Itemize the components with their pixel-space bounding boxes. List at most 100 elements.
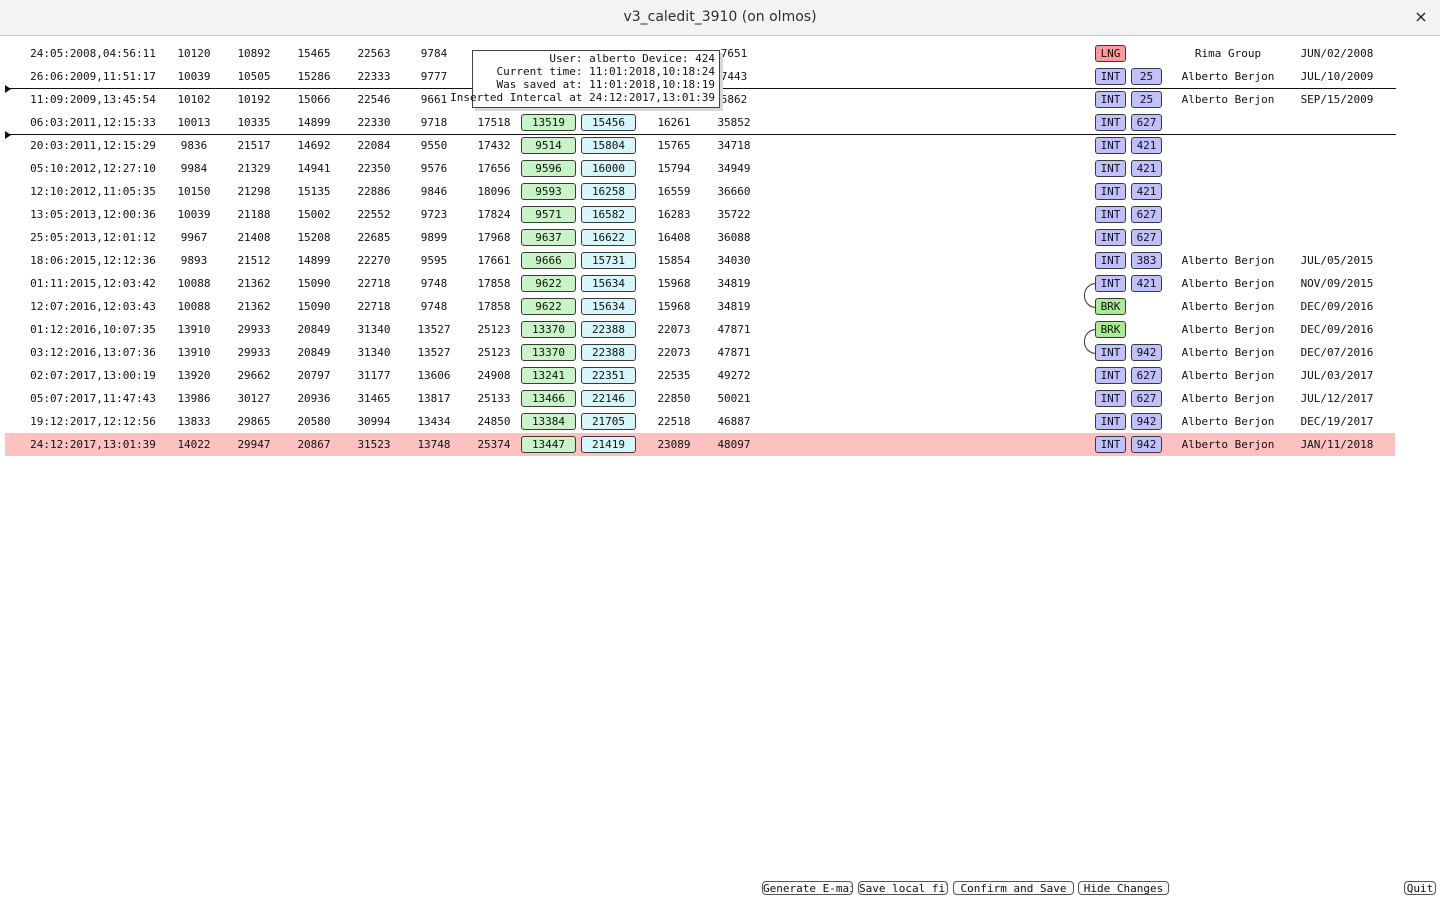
row-type-tag[interactable]: BRK (1095, 321, 1126, 338)
row-timestamp: 02:07:2017,13:00:19 (30, 369, 156, 382)
row-code-tag[interactable]: 627 (1131, 390, 1162, 407)
confirm-and-save-button[interactable]: Confirm and Save (953, 881, 1074, 895)
row-value-green[interactable]: 9666 (521, 252, 576, 269)
row-value-v6: 17518 (477, 116, 511, 129)
row-code-tag[interactable]: 383 (1131, 252, 1162, 269)
table-row[interactable]: 24:12:2017,13:01:39 14022 29947 20867 31523 1… (5, 433, 1395, 456)
row-code-tag[interactable]: 421 (1131, 137, 1162, 154)
row-value-v1: 10088 (177, 277, 211, 290)
row-value-green[interactable]: 9596 (521, 160, 576, 177)
row-code-tag[interactable]: 25 (1131, 68, 1162, 85)
row-value-v8: 36660 (717, 185, 751, 198)
row-value-green[interactable]: 13241 (521, 367, 576, 384)
row-value-green[interactable]: 13466 (521, 390, 576, 407)
row-type-tag[interactable]: INT (1095, 68, 1126, 85)
row-value-v5: 13527 (417, 323, 451, 336)
row-value-v7: 16559 (657, 185, 691, 198)
row-code-tag[interactable]: 421 (1131, 183, 1162, 200)
table-row[interactable]: 06:03:2011,12:15:33 10013 10335 14899 22330 9… (5, 111, 1395, 134)
table-row[interactable]: 12:07:2016,12:03:43 10088 21362 15090 22718 9… (5, 295, 1395, 318)
row-type-tag[interactable]: INT (1095, 367, 1126, 384)
row-value-cyan[interactable]: 22388 (581, 344, 636, 361)
table-row[interactable]: 01:12:2016,10:07:35 13910 29933 20849 31340 1… (5, 318, 1395, 341)
row-value-cyan[interactable]: 16622 (581, 229, 636, 246)
row-date: JUL/03/2017 (1300, 369, 1374, 382)
row-code-tag[interactable]: 942 (1131, 344, 1162, 361)
row-value-v8: 49272 (717, 369, 751, 382)
row-code-tag[interactable]: 421 (1131, 275, 1162, 292)
table-row[interactable]: 02:07:2017,13:00:19 13920 29662 20797 31177 1… (5, 364, 1395, 387)
row-type-tag[interactable]: INT (1095, 114, 1126, 131)
row-value-cyan[interactable]: 22146 (581, 390, 636, 407)
row-code-tag[interactable]: 627 (1131, 229, 1162, 246)
row-value-cyan[interactable]: 15804 (581, 137, 636, 154)
row-code-tag[interactable]: 942 (1131, 436, 1162, 453)
row-code-tag[interactable]: 627 (1131, 206, 1162, 223)
row-value-v6: 17656 (477, 162, 511, 175)
row-type-tag[interactable]: INT (1095, 275, 1126, 292)
row-value-cyan[interactable]: 16000 (581, 160, 636, 177)
table-row[interactable]: 03:12:2016,13:07:36 13910 29933 20849 31340 1… (5, 341, 1395, 364)
row-value-v5: 9784 (420, 47, 448, 60)
row-type-tag[interactable]: INT (1095, 206, 1126, 223)
row-value-v2: 10192 (237, 93, 271, 106)
row-type-tag[interactable]: INT (1095, 390, 1126, 407)
row-value-cyan[interactable]: 15634 (581, 298, 636, 315)
row-type-tag[interactable]: BRK (1095, 298, 1126, 315)
row-value-cyan[interactable]: 22351 (581, 367, 636, 384)
row-value-green[interactable]: 9593 (521, 183, 576, 200)
row-value-green[interactable]: 9622 (521, 275, 576, 292)
row-value-cyan[interactable]: 21705 (581, 413, 636, 430)
row-type-tag[interactable]: INT (1095, 160, 1126, 177)
row-value-green[interactable]: 13384 (521, 413, 576, 430)
row-author: Alberto Berjon (1181, 438, 1275, 451)
hide-changes-button[interactable]: Hide Changes (1078, 881, 1169, 895)
row-type-tag[interactable]: INT (1095, 229, 1126, 246)
row-value-cyan[interactable]: 22388 (581, 321, 636, 338)
row-code-tag[interactable]: 942 (1131, 413, 1162, 430)
row-value-green[interactable]: 13370 (521, 321, 576, 338)
row-value-cyan[interactable]: 21419 (581, 436, 636, 453)
table-row[interactable]: 25:05:2013,12:01:12 9967 21408 15208 22685 98… (5, 226, 1395, 249)
row-type-tag[interactable]: INT (1095, 344, 1126, 361)
table-row[interactable]: 05:10:2012,12:27:10 9984 21329 14941 22350 95… (5, 157, 1395, 180)
row-code-tag[interactable]: 421 (1131, 160, 1162, 177)
row-value-cyan[interactable]: 16582 (581, 206, 636, 223)
table-row[interactable]: 01:11:2015,12:03:42 10088 21362 15090 22718 9… (5, 272, 1395, 295)
row-value-v8: 35722 (717, 208, 751, 221)
row-type-tag[interactable]: INT (1095, 413, 1126, 430)
row-type-tag[interactable]: INT (1095, 436, 1126, 453)
row-value-green[interactable]: 13370 (521, 344, 576, 361)
row-type-tag[interactable]: INT (1095, 91, 1126, 108)
table-row[interactable]: 12:10:2012,11:05:35 10150 21298 15135 22886 9… (5, 180, 1395, 203)
row-value-cyan[interactable]: 15634 (581, 275, 636, 292)
row-value-v8: 35852 (717, 116, 751, 129)
row-value-green[interactable]: 9514 (521, 137, 576, 154)
row-value-green[interactable]: 13447 (521, 436, 576, 453)
table-row[interactable]: 20:03:2011,12:15:29 9836 21517 14692 22084 95… (5, 134, 1395, 157)
row-code-tag[interactable]: 627 (1131, 114, 1162, 131)
close-icon[interactable]: × (1412, 8, 1430, 26)
quit-button[interactable]: Quit (1404, 881, 1436, 895)
table-row[interactable]: 19:12:2017,12:12:56 13833 29865 20580 30994 1… (5, 410, 1395, 433)
row-value-green[interactable]: 9637 (521, 229, 576, 246)
row-type-tag[interactable]: INT (1095, 137, 1126, 154)
row-value-cyan[interactable]: 15731 (581, 252, 636, 269)
row-type-tag[interactable]: LNG (1095, 45, 1126, 62)
row-value-green[interactable]: 13519 (521, 114, 576, 131)
row-value-cyan[interactable]: 15456 (581, 114, 636, 131)
row-value-green[interactable]: 9622 (521, 298, 576, 315)
row-code-tag[interactable]: 25 (1131, 91, 1162, 108)
row-code-tag[interactable]: 627 (1131, 367, 1162, 384)
row-value-v1: 10039 (177, 70, 211, 83)
save-local-file-button[interactable]: Save local file (858, 881, 948, 895)
row-value-green[interactable]: 9571 (521, 206, 576, 223)
table-row[interactable]: 18:06:2015,12:12:36 9893 21512 14899 22270 95… (5, 249, 1395, 272)
row-value-v1: 10150 (177, 185, 211, 198)
table-row[interactable]: 05:07:2017,11:47:43 13986 30127 20936 31465 1… (5, 387, 1395, 410)
generate-email-button[interactable]: Generate E-mail (762, 881, 853, 895)
row-type-tag[interactable]: INT (1095, 183, 1126, 200)
table-row[interactable]: 13:05:2013,12:00:36 10039 21188 15002 22552 9… (5, 203, 1395, 226)
row-type-tag[interactable]: INT (1095, 252, 1126, 269)
row-value-cyan[interactable]: 16258 (581, 183, 636, 200)
